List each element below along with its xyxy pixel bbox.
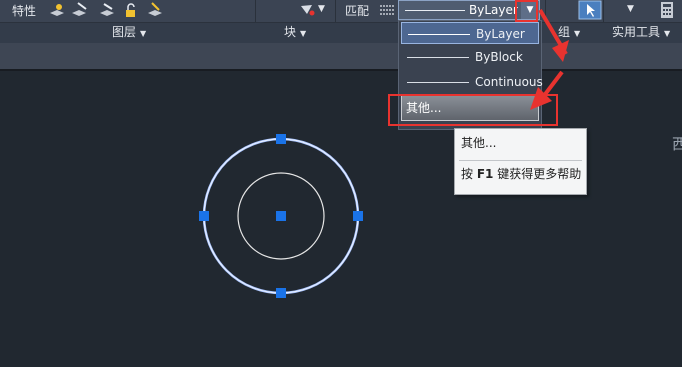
annotation-arrows — [530, 8, 569, 110]
